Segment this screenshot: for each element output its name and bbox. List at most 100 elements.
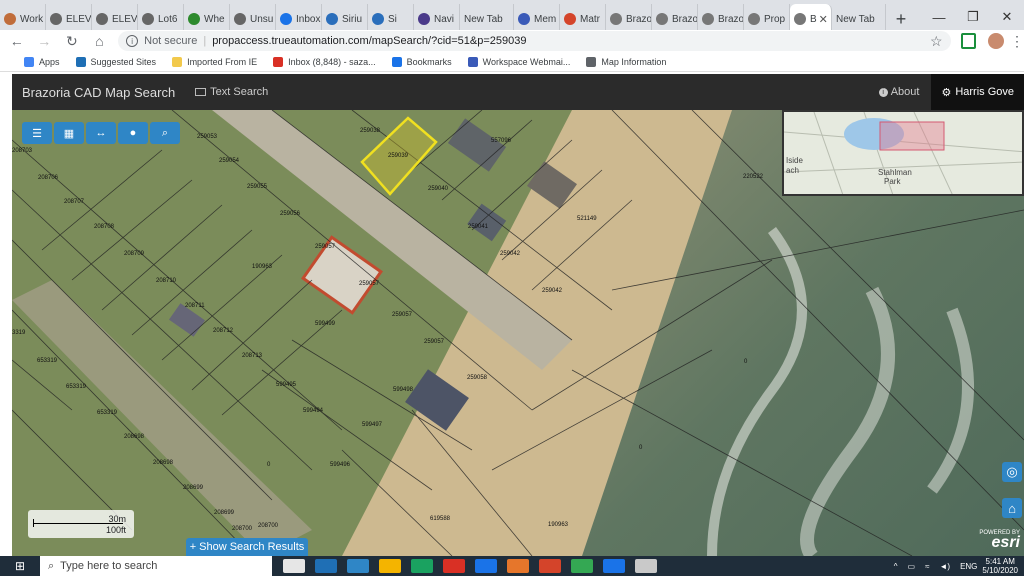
parcel-id-label[interactable]: 208698 (153, 460, 174, 466)
parcel-id-label[interactable]: 220522 (743, 174, 764, 180)
taskbar-app-icon[interactable] (507, 559, 529, 573)
parcel-id-label[interactable]: 208712 (213, 328, 234, 334)
parcel-id-label[interactable]: 208713 (242, 353, 263, 359)
close-tab-icon[interactable]: ✕ (819, 13, 828, 26)
parcel-id-label[interactable]: 259057 (359, 281, 380, 287)
parcel-id-label[interactable]: 599498 (393, 387, 414, 393)
parcel-id-label[interactable]: 208698 (124, 434, 145, 440)
parcel-id-label[interactable]: 259058 (467, 375, 488, 381)
battery-icon[interactable]: ▭ (908, 562, 916, 571)
parcel-id-label[interactable]: 259038 (360, 128, 381, 134)
parcel-id-label[interactable]: 208710 (156, 278, 177, 284)
parcel-id-label[interactable]: 208700 (232, 526, 253, 532)
parcel-id-label[interactable]: 599495 (276, 382, 297, 388)
parcel-id-label[interactable]: 259040 (428, 186, 449, 192)
close-window-button[interactable]: ✕ (990, 0, 1024, 34)
parcel-id-label[interactable]: 259054 (219, 158, 240, 164)
wifi-icon[interactable]: ≈ (925, 562, 929, 571)
url-text[interactable]: propaccess.trueautomation.com/mapSearch/… (212, 35, 526, 47)
taskbar-search[interactable]: ⌕ Type here to search (40, 556, 272, 576)
parcel-id-label[interactable]: 259056 (280, 211, 301, 217)
taskbar-app-icon[interactable] (379, 559, 401, 573)
parcel-id-label[interactable]: 190963 (548, 522, 569, 528)
parcel-id-label[interactable]: 259057 (315, 244, 336, 250)
taskbar-app-icon[interactable] (411, 559, 433, 573)
parcel-id-label[interactable]: 619588 (430, 516, 451, 522)
about-link[interactable]: i About (878, 86, 919, 98)
parcel-id-label[interactable]: 599494 (303, 408, 324, 414)
taskbar-app-icon[interactable] (283, 559, 305, 573)
home-extent-icon[interactable]: ⌂ (1002, 498, 1022, 518)
parcel-id-label[interactable]: 3319 (12, 330, 26, 336)
parcel-id-label[interactable]: 208703 (12, 148, 33, 154)
chevron-up-icon[interactable]: ^ (894, 562, 898, 571)
text-search-link[interactable]: Text Search (195, 86, 268, 98)
basemap-icon[interactable]: ▦ (54, 122, 84, 144)
taskbar-app-icon[interactable] (539, 559, 561, 573)
profile-avatar[interactable] (988, 33, 1004, 49)
taskbar-app-icon[interactable] (475, 559, 497, 573)
bookmark-item[interactable]: Inbox (8,848) - saza... (273, 56, 376, 67)
parcel-id-label[interactable]: 259055 (247, 184, 268, 190)
parcel-id-label[interactable]: 259042 (542, 288, 563, 294)
volume-icon[interactable]: ◄) (939, 562, 950, 571)
back-icon[interactable]: ← (6, 30, 28, 52)
menu-dots-icon[interactable]: ⋮ (1010, 33, 1024, 50)
show-search-results-button[interactable]: + Show Search Results (186, 538, 308, 556)
minimize-button[interactable]: — (922, 0, 956, 34)
overview-map[interactable]: Iside ach Stahlman Park (782, 110, 1024, 196)
parcel-id-label[interactable]: 208708 (94, 224, 115, 230)
parcel-id-label[interactable]: 599496 (330, 462, 351, 468)
parcel-id-label[interactable]: 521149 (577, 216, 597, 222)
parcel-id-label[interactable]: 259039 (388, 153, 409, 159)
taskbar-app-icon[interactable] (635, 559, 657, 573)
parcel-id-label[interactable]: 208707 (64, 199, 85, 205)
layers-icon[interactable]: ☰ (22, 122, 52, 144)
parcel-id-label[interactable]: 259041 (468, 224, 489, 230)
parcel-id-label[interactable]: 599499 (315, 321, 336, 327)
taskbar-app-icon[interactable] (347, 559, 369, 573)
home-icon[interactable]: ⌂ (89, 30, 111, 52)
parcel-id-label[interactable]: 208706 (38, 175, 59, 181)
parcel-id-label[interactable]: 208709 (124, 251, 145, 257)
search-icon[interactable]: ⌕ (150, 122, 180, 144)
parcel-id-label[interactable]: 208699 (214, 510, 235, 516)
parcel-id-label[interactable]: 208711 (185, 303, 205, 309)
map-view[interactable]: 259053 259038 259039 557096 259054 259040 2590… (12, 110, 1024, 556)
windows-start-icon[interactable]: ⊞ (0, 556, 40, 576)
parcel-id-label[interactable]: 259057 (424, 339, 445, 345)
harris-gove-link[interactable]: ⚙ Harris Gove (931, 74, 1024, 110)
parcel-id-label[interactable]: 190963 (252, 264, 273, 270)
bookmark-item[interactable]: Bookmarks (391, 56, 452, 67)
parcel-id-label[interactable]: 653319 (37, 358, 58, 364)
language-indicator[interactable]: ENG (960, 562, 977, 571)
parcel-id-label[interactable]: 259057 (392, 312, 413, 318)
reload-icon[interactable]: ↻ (61, 30, 83, 52)
locate-pin-icon[interactable]: ● (118, 122, 148, 144)
taskbar-app-icon[interactable] (443, 559, 465, 573)
bookmark-item[interactable]: Imported From IE (172, 56, 257, 67)
parcel-id-label[interactable]: 599497 (362, 422, 383, 428)
taskbar-app-icon[interactable] (603, 559, 625, 573)
parcel-id-label[interactable]: 259053 (197, 134, 218, 140)
parcel-id-label[interactable]: 653319 (66, 384, 87, 390)
bookmark-item[interactable]: Map Information (586, 56, 666, 67)
maximize-button[interactable]: ❐ (956, 0, 990, 34)
bookmark-item[interactable]: Suggested Sites (75, 56, 156, 67)
bookmark-item[interactable]: Apps (24, 56, 60, 67)
taskbar-app-icon[interactable] (571, 559, 593, 573)
address-bar[interactable]: i Not secure | propaccess.trueautomation… (118, 31, 951, 51)
extension-icon[interactable] (960, 33, 977, 49)
forward-icon[interactable]: → (34, 30, 56, 52)
measure-icon[interactable]: ↔ (86, 122, 116, 144)
locate-icon[interactable]: ◎ (1002, 462, 1022, 482)
parcel-id-label[interactable]: 557096 (491, 138, 512, 144)
parcel-id-label[interactable]: 208700 (258, 523, 279, 529)
taskbar-app-icon[interactable] (315, 559, 337, 573)
bookmark-item[interactable]: Workspace Webmai... (467, 56, 570, 67)
clock[interactable]: 5:41 AM 5/10/2020 (982, 557, 1018, 575)
parcel-id-label[interactable]: 653319 (97, 410, 118, 416)
bookmark-star-icon[interactable]: ☆ (930, 33, 943, 50)
info-icon[interactable]: i (126, 35, 139, 47)
parcel-id-label[interactable]: 259042 (500, 251, 521, 257)
